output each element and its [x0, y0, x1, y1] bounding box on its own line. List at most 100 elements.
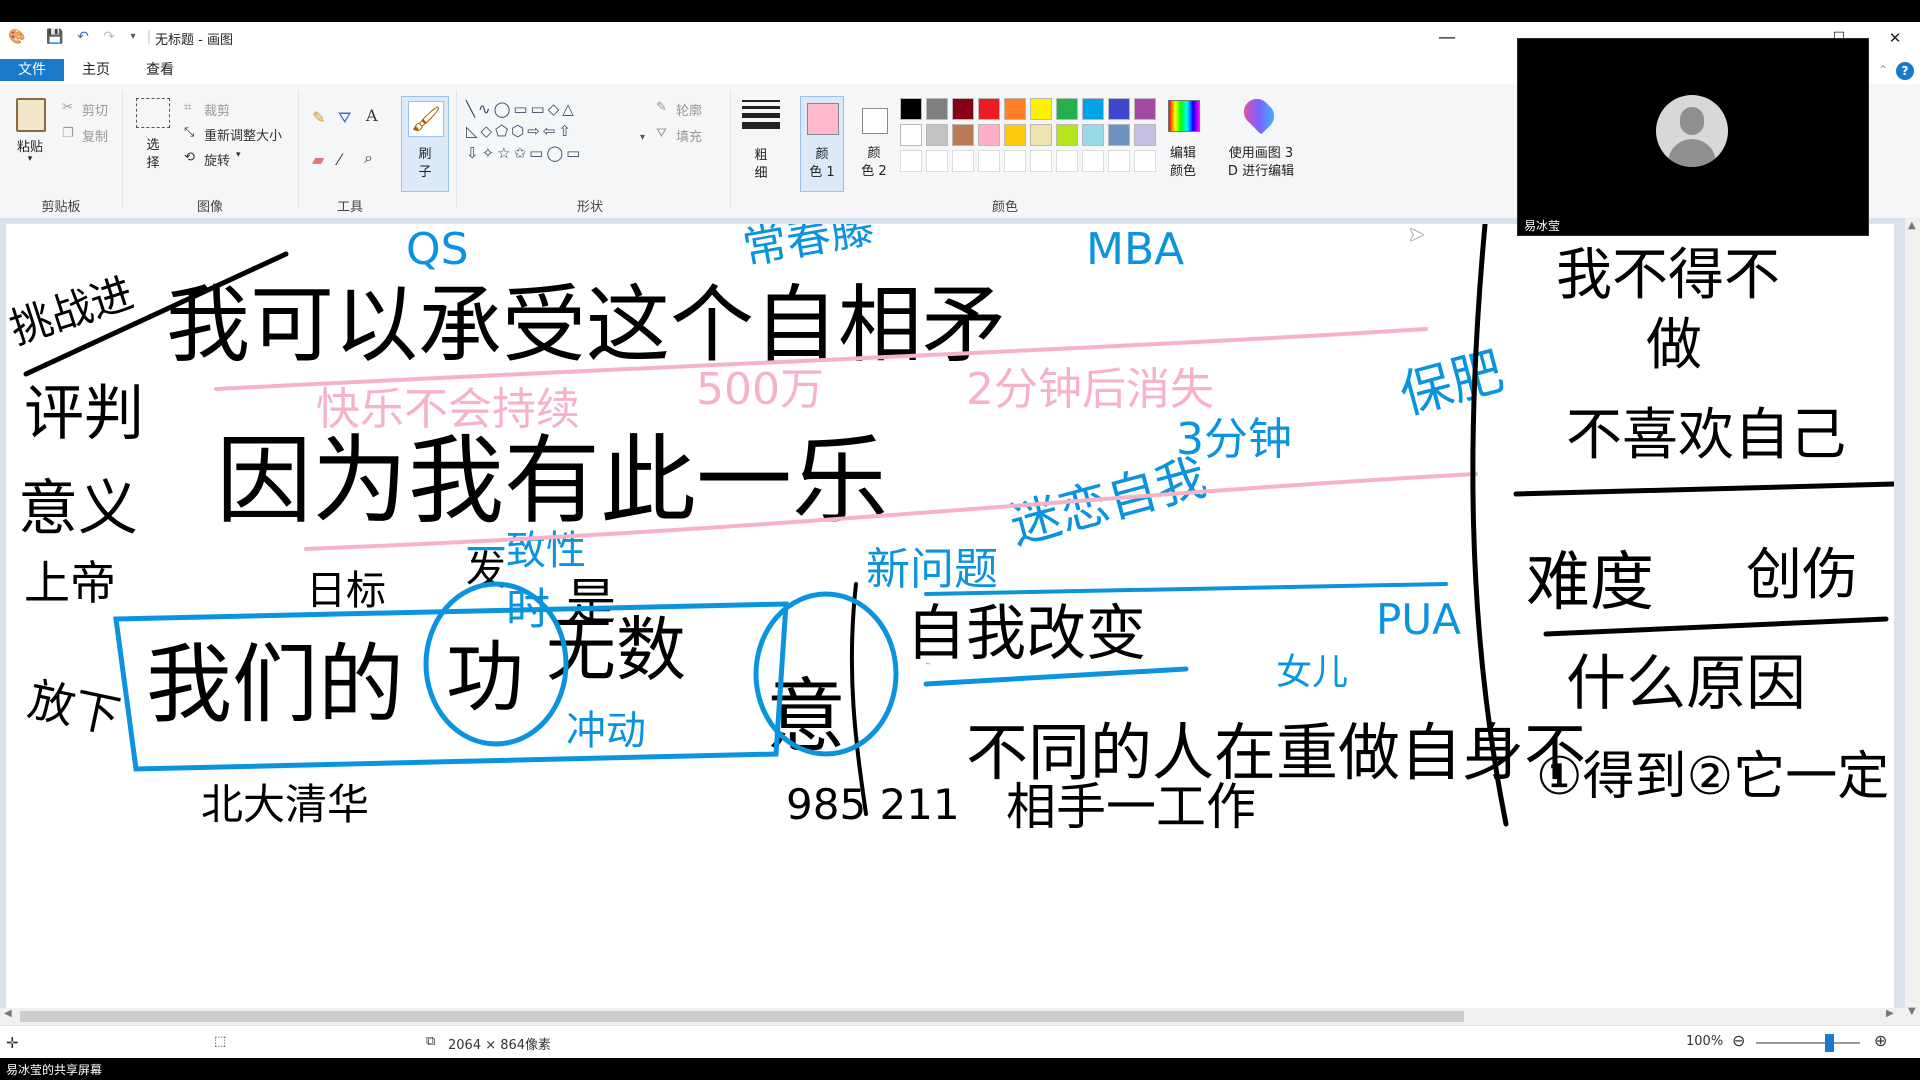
note-black-3: 意义 [18, 474, 138, 544]
select-button[interactable]: 选 择 [132, 94, 174, 184]
palette-swatch[interactable] [926, 98, 948, 120]
shapes-more-icon[interactable]: ▾ [640, 132, 645, 143]
palette-empty-swatch[interactable] [978, 150, 1000, 172]
note-black-27: ①得到②它一定 [1536, 747, 1889, 807]
magnifier-icon[interactable]: ⌕ [364, 148, 373, 168]
rotate-dropdown-icon[interactable]: ▾ [236, 150, 241, 160]
cut-button[interactable]: 剪切 [82, 100, 108, 119]
note-black-25: 创伤 [1746, 543, 1858, 608]
palette-swatch[interactable] [1056, 98, 1078, 120]
note-black-22: 做 [1646, 313, 1702, 378]
size-label: 粗 [754, 148, 768, 163]
eraser-icon[interactable]: ▰ [312, 150, 324, 169]
copy-button[interactable]: 复制 [82, 126, 108, 145]
palette-empty-swatch[interactable] [1056, 150, 1078, 172]
palette-swatch[interactable] [978, 98, 1000, 120]
selection-size-icon: ⬚ [214, 1034, 227, 1049]
fill-icon[interactable]: ⛛ [338, 108, 351, 128]
note-black-8: 日标 [306, 568, 386, 614]
participant-video[interactable]: 易冰莹 [1517, 38, 1869, 236]
tab-home[interactable]: 主页 [78, 59, 114, 81]
shapes-row-1: ╲∿◯▭▭◇△ [466, 100, 577, 118]
palette-swatch[interactable] [900, 98, 922, 120]
zoom-slider-track[interactable] [1756, 1042, 1860, 1044]
palette-swatch[interactable] [1108, 98, 1130, 120]
close-button[interactable]: ✕ [1872, 22, 1918, 54]
avatar-body-icon [1668, 139, 1716, 167]
palette-swatch[interactable] [952, 124, 974, 146]
shapes-gallery[interactable]: ╲∿◯▭▭◇△ ◺◇⬠⬡⇨⇦⇧ ⇩✧☆✩▭◯▭ [466, 98, 636, 170]
palette-empty-swatch[interactable] [1108, 150, 1130, 172]
color-picker-icon[interactable]: ⁄ [338, 150, 341, 169]
pencil-icon[interactable]: ✎ [312, 108, 325, 127]
palette-swatch[interactable] [1004, 98, 1026, 120]
scroll-up-icon[interactable]: ▲ [1908, 220, 1916, 231]
drawing-canvas[interactable]: 挑战进 评判 意义 上帝 我可以承受这个自相矛 因为我有此一乐 放下 日标 发 … [6, 224, 1894, 1008]
paint3d-button[interactable]: 使用画图 3 D 进行编辑 [1214, 93, 1308, 192]
cursor-position-icon: ✛ [6, 1034, 19, 1052]
palette-swatch[interactable] [1056, 124, 1078, 146]
palette-empty-swatch[interactable] [952, 150, 974, 172]
group-label-colors: 颜色 [991, 200, 1018, 215]
palette-swatch[interactable] [1082, 124, 1104, 146]
palette-swatch[interactable] [1134, 124, 1156, 146]
palette-empty-swatch[interactable] [1082, 150, 1104, 172]
tab-view[interactable]: 查看 [140, 59, 180, 81]
fill-shape-button[interactable]: 填充 [676, 126, 702, 145]
select-label-2: 择 [146, 156, 160, 171]
outline-button[interactable]: 轮廓 [676, 100, 702, 119]
text-tool-button[interactable]: A [366, 106, 378, 125]
vertical-scrollbar[interactable]: ▲ ▼ [1905, 218, 1920, 1025]
palette-empty-swatch[interactable] [1030, 150, 1052, 172]
zoom-out-button[interactable]: ⊖ [1732, 1031, 1745, 1050]
redo-icon[interactable]: ↷ [100, 28, 118, 46]
zoom-slider-thumb[interactable] [1824, 1034, 1834, 1052]
palette-swatch[interactable] [1030, 98, 1052, 120]
color2-button[interactable]: 颜 色 2 [852, 96, 896, 192]
edit-colors-button[interactable]: 编辑 颜色 [1162, 96, 1204, 192]
palette-swatch[interactable] [900, 124, 922, 146]
note-black-15: 自我改变 [906, 599, 1146, 669]
ribbon-collapse-icon[interactable]: ⌃ [1878, 59, 1888, 81]
undo-icon[interactable]: ↶ [74, 28, 92, 46]
color2-label-2: 色 2 [861, 164, 887, 179]
color1-label: 颜 [815, 147, 829, 162]
palette-swatch[interactable] [978, 124, 1000, 146]
minimize-button[interactable]: — [1424, 22, 1470, 54]
color-palette [900, 98, 1162, 178]
palette-swatch[interactable] [952, 98, 974, 120]
palette-swatch[interactable] [1030, 124, 1052, 146]
palette-empty-swatch[interactable] [926, 150, 948, 172]
palette-swatch[interactable] [1134, 98, 1156, 120]
crop-button[interactable]: 裁剪 [204, 100, 230, 119]
zoom-in-button[interactable]: ⊕ [1874, 1031, 1887, 1050]
palette-empty-swatch[interactable] [1134, 150, 1156, 172]
scroll-right-icon[interactable]: ▶ [1886, 1008, 1894, 1019]
note-blue-9: PUA [1376, 595, 1461, 644]
paste-button[interactable]: 粘贴 ▾ [10, 96, 50, 178]
horizontal-scroll-thumb[interactable] [20, 1011, 1464, 1022]
palette-empty-swatch[interactable] [900, 150, 922, 172]
size-button[interactable]: 粗 细 [740, 98, 782, 190]
color1-button[interactable]: 颜 色 1 [800, 96, 844, 192]
scroll-left-icon[interactable]: ◀ [4, 1008, 12, 1019]
palette-swatch[interactable] [926, 124, 948, 146]
palette-empty-swatch[interactable] [1004, 150, 1026, 172]
save-icon[interactable]: 💾 [46, 28, 64, 46]
screen-share-bar: 易冰莹的共享屏幕 [0, 1058, 1920, 1080]
brushes-button[interactable]: 🖌 刷 子 [401, 96, 449, 192]
tab-file[interactable]: 文件 [0, 59, 64, 81]
note-black-20: 北大清华 [201, 780, 369, 829]
note-black-4: 上帝 [24, 556, 116, 610]
image-size-icon: ⧉ [426, 1034, 436, 1049]
palette-swatch[interactable] [1004, 124, 1026, 146]
help-button[interactable]: ? [1896, 62, 1914, 80]
note-black-2: 评判 [24, 379, 144, 449]
rotate-button[interactable]: 旋转 [204, 150, 230, 169]
paint3d-label: 使用画图 3 [1228, 146, 1294, 161]
scroll-down-icon[interactable]: ▼ [1908, 1006, 1916, 1017]
copy-icon: ❐ [62, 126, 74, 141]
palette-swatch[interactable] [1108, 124, 1130, 146]
resize-button[interactable]: 重新调整大小 [204, 125, 282, 144]
palette-swatch[interactable] [1082, 98, 1104, 120]
